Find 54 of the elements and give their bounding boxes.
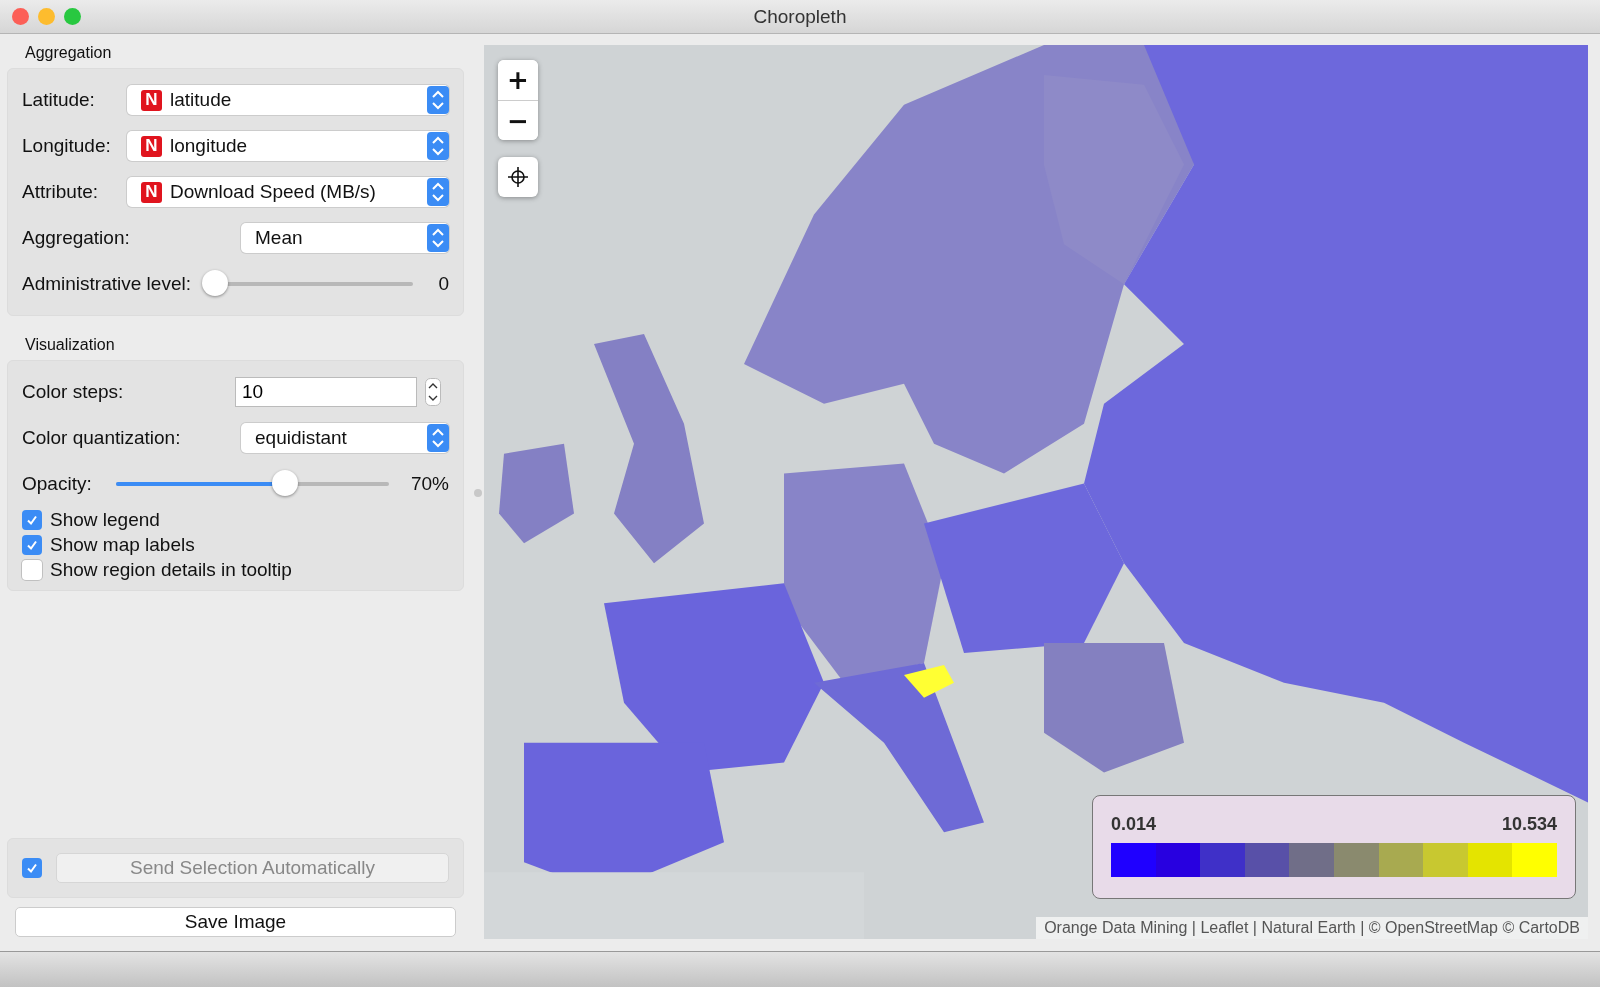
- stepper-icon: [427, 224, 449, 252]
- save-image-button[interactable]: Save Image: [15, 907, 456, 937]
- dropdown[interactable]: N latitude: [127, 85, 449, 115]
- dropdown[interactable]: N longitude: [127, 131, 449, 161]
- splitter-handle[interactable]: [474, 488, 482, 497]
- slider-value: 0: [437, 273, 449, 295]
- checkbox-label: Show map labels: [50, 533, 195, 556]
- checkbox[interactable]: [22, 534, 42, 555]
- field-label: Longitude:: [22, 135, 111, 157]
- checkbox-label: Show region details in tooltip: [50, 558, 292, 581]
- section-title: Aggregation: [25, 44, 113, 63]
- stepper-icon: [427, 132, 449, 160]
- checkbox[interactable]: [22, 509, 42, 530]
- type-badge: N: [141, 181, 162, 203]
- field-label: Administrative level:: [22, 273, 191, 295]
- dropdown[interactable]: N Download Speed (MB/s): [127, 177, 449, 207]
- slider-thumb[interactable]: [201, 270, 228, 296]
- dropdown[interactable]: Mean: [241, 223, 449, 253]
- section-title: Visualization: [25, 336, 116, 355]
- dropdown-value: Download Speed (MB/s): [170, 181, 376, 203]
- zoom-out-button[interactable]: −: [498, 100, 538, 140]
- checkbox-label: Show legend: [50, 508, 160, 531]
- slider-thumb[interactable]: [272, 470, 299, 496]
- dropdown[interactable]: equidistant: [241, 423, 449, 453]
- dropdown-value: Mean: [255, 227, 303, 249]
- minimize-button[interactable]: [38, 8, 55, 25]
- checkbox[interactable]: [22, 559, 42, 580]
- spin-arrows-icon: [425, 378, 441, 406]
- legend-min-value: 0.014: [1111, 814, 1157, 835]
- zoom-button[interactable]: [64, 8, 81, 25]
- dropdown-value: latitude: [170, 89, 232, 111]
- stepper-icon: [427, 86, 449, 114]
- attribution-text: Orange Data Mining | Leaflet | Natural Earth | © OpenStreetMap © CartoDB: [1036, 917, 1588, 939]
- number-field[interactable]: 10: [235, 377, 417, 407]
- dropdown-value: longitude: [170, 135, 248, 157]
- field-label: Color steps:: [22, 381, 124, 403]
- stepper-icon: [427, 178, 449, 206]
- close-button[interactable]: [12, 8, 29, 25]
- stepper-icon: [427, 424, 449, 452]
- type-badge: N: [141, 135, 162, 157]
- slider-value: 70%: [410, 473, 449, 495]
- field-label: Opacity:: [22, 473, 92, 495]
- zoom-in-button[interactable]: +: [498, 60, 538, 100]
- field-label: Attribute:: [22, 181, 99, 203]
- window-title: Choropleth: [753, 5, 847, 28]
- crosshair-icon: [507, 166, 529, 188]
- field-label: Aggregation:: [22, 227, 130, 249]
- dropdown-value: equidistant: [255, 427, 347, 449]
- field-label: Color quantization:: [22, 427, 181, 449]
- check-icon: [25, 861, 39, 875]
- legend-max-value: 10.534: [1501, 814, 1557, 835]
- field-label: Latitude:: [22, 89, 95, 111]
- type-badge: N: [141, 89, 162, 111]
- locate-button[interactable]: [498, 157, 538, 197]
